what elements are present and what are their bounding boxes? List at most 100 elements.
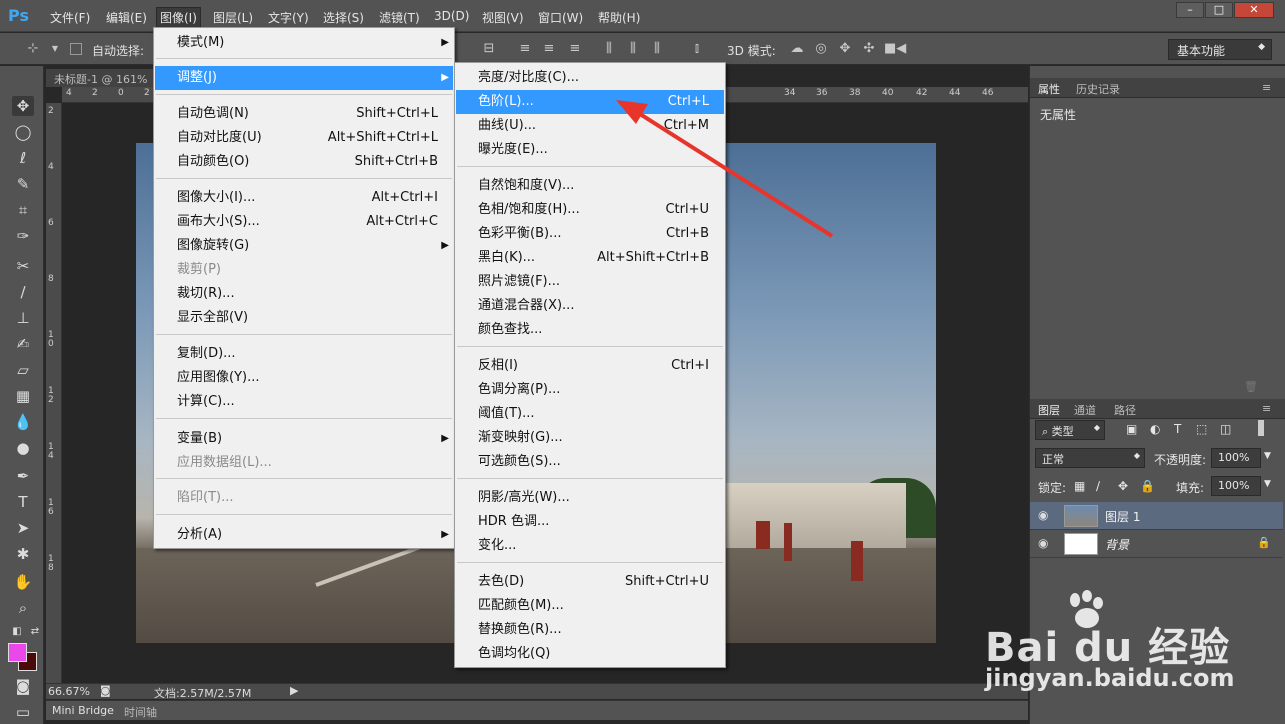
custom-shape-icon[interactable]: ✱ bbox=[12, 544, 34, 564]
3d-slide-icon[interactable]: ✣ bbox=[860, 41, 878, 57]
menu-item-image-size[interactable]: 图像大小(I)... Alt+Ctrl+I bbox=[155, 186, 453, 210]
minimize-icon[interactable]: – bbox=[1176, 2, 1204, 18]
menu-item-canvas-size[interactable]: 画布大小(S)... Alt+Ctrl+C bbox=[155, 210, 453, 234]
distribute-bottom-icon[interactable]: ≡ bbox=[566, 41, 584, 57]
layer-name[interactable]: 背景 bbox=[1105, 536, 1129, 553]
tab-mini-bridge[interactable]: Mini Bridge bbox=[52, 704, 114, 717]
distribute-middle-icon[interactable]: ≡ bbox=[540, 41, 558, 57]
align-bottom-icon[interactable]: ⊟ bbox=[480, 41, 498, 57]
menu-item-equalize[interactable]: 色调均化(Q) bbox=[456, 642, 724, 666]
gradient-icon[interactable]: ▦ bbox=[12, 386, 34, 406]
menu-type[interactable]: 文字(Y) bbox=[268, 9, 309, 26]
menu-item-color-lookup[interactable]: 颜色查找... bbox=[456, 318, 724, 342]
menu-view[interactable]: 视图(V) bbox=[482, 9, 524, 26]
eye-icon[interactable]: ◉ bbox=[1038, 536, 1048, 550]
crop-icon[interactable]: ⌗ bbox=[12, 200, 34, 220]
menu-item-trim[interactable]: 裁切(R)... bbox=[155, 282, 453, 306]
trash-icon[interactable]: 🗑 bbox=[1244, 380, 1258, 393]
lasso-icon[interactable]: ℓ bbox=[12, 148, 34, 168]
status-icon[interactable]: ◙ bbox=[100, 684, 111, 697]
tab-channels[interactable]: 通道 bbox=[1074, 402, 1096, 418]
3d-rotate-icon[interactable]: ☁ bbox=[788, 41, 806, 57]
auto-select-checkbox[interactable] bbox=[70, 43, 82, 55]
eraser-icon[interactable]: ▱ bbox=[12, 360, 34, 380]
ellipse-marquee-icon[interactable]: ◯ bbox=[12, 122, 34, 142]
filter-adjustment-icon[interactable]: ◐ bbox=[1150, 422, 1160, 436]
layer-name[interactable]: 图层 1 bbox=[1105, 508, 1140, 525]
menu-item-selective-color[interactable]: 可选颜色(S)... bbox=[456, 450, 724, 474]
menu-item-exposure[interactable]: 曝光度(E)... bbox=[456, 138, 724, 162]
menu-item-replace-color[interactable]: 替换颜色(R)... bbox=[456, 618, 724, 642]
filter-pixel-icon[interactable]: ▣ bbox=[1126, 422, 1137, 436]
eyedropper-icon[interactable]: ✑ bbox=[12, 226, 34, 246]
distribute-right-icon[interactable]: ⫼ bbox=[648, 41, 666, 57]
menu-item-auto-color[interactable]: 自动颜色(O) Shift+Ctrl+B bbox=[155, 150, 453, 174]
screen-mode-icon[interactable]: ▭ bbox=[12, 702, 34, 722]
distribute-top-icon[interactable]: ≡ bbox=[516, 41, 534, 57]
brush-icon[interactable]: ∕ bbox=[12, 282, 34, 302]
menu-item-channel-mixer[interactable]: 通道混合器(X)... bbox=[456, 294, 724, 318]
blur-icon[interactable]: 💧 bbox=[12, 412, 34, 432]
menu-item-threshold[interactable]: 阈值(T)... bbox=[456, 402, 724, 426]
menu-item-brightness-contrast[interactable]: 亮度/对比度(C)... bbox=[456, 66, 724, 90]
menu-3d[interactable]: 3D(D) bbox=[434, 9, 469, 23]
menu-item-variables[interactable]: 变量(B) ▶ bbox=[155, 427, 453, 451]
maximize-icon[interactable]: □ bbox=[1205, 2, 1233, 18]
3d-scale-icon[interactable]: ■◀ bbox=[884, 41, 906, 57]
menu-item-apply-image[interactable]: 应用图像(Y)... bbox=[155, 366, 453, 390]
quick-mask-icon[interactable]: ◙ bbox=[12, 676, 34, 696]
tab-layers[interactable]: 图层 bbox=[1038, 402, 1060, 418]
menu-item-gradient-map[interactable]: 渐变映射(G)... bbox=[456, 426, 724, 450]
menu-item-auto-tone[interactable]: 自动色调(N) Shift+Ctrl+L bbox=[155, 102, 453, 126]
menu-select[interactable]: 选择(S) bbox=[323, 9, 364, 26]
history-brush-icon[interactable]: ✍ bbox=[12, 334, 34, 354]
layer-row[interactable]: ◉ 图层 1 bbox=[1030, 502, 1283, 530]
menu-item-vibrance[interactable]: 自然饱和度(V)... bbox=[456, 174, 724, 198]
menu-item-adjustments[interactable]: 调整(J) ▶ bbox=[155, 66, 453, 90]
workspace-select[interactable]: 基本功能 ◆ bbox=[1168, 39, 1272, 60]
tab-properties[interactable]: 属性 bbox=[1038, 81, 1060, 97]
menu-help[interactable]: 帮助(H) bbox=[598, 9, 640, 26]
lock-all-icon[interactable]: 🔒 bbox=[1140, 479, 1155, 493]
move-tool-icon[interactable]: ⊹ bbox=[24, 41, 42, 57]
distribute-left-icon[interactable]: ⫼ bbox=[600, 41, 618, 57]
panel-menu-icon[interactable]: ≡ bbox=[1262, 81, 1271, 94]
play-right-icon[interactable]: ▶ bbox=[290, 684, 298, 697]
menu-item-hdr-toning[interactable]: HDR 色调... bbox=[456, 510, 724, 534]
menu-item-reveal-all[interactable]: 显示全部(V) bbox=[155, 306, 453, 330]
menu-window[interactable]: 窗口(W) bbox=[538, 9, 583, 26]
menu-item-desaturate[interactable]: 去色(D) Shift+Ctrl+U bbox=[456, 570, 724, 594]
menu-item-shadows-highlights[interactable]: 阴影/高光(W)... bbox=[456, 486, 724, 510]
tab-paths[interactable]: 路径 bbox=[1114, 402, 1136, 418]
eye-icon[interactable]: ◉ bbox=[1038, 508, 1048, 522]
menu-filter[interactable]: 滤镜(T) bbox=[379, 9, 420, 26]
menu-item-photo-filter[interactable]: 照片滤镜(F)... bbox=[456, 270, 724, 294]
move-tool-icon[interactable]: ✥ bbox=[12, 96, 34, 116]
menu-item-posterize[interactable]: 色调分离(P)... bbox=[456, 378, 724, 402]
menu-item-auto-contrast[interactable]: 自动对比度(U) Alt+Shift+Ctrl+L bbox=[155, 126, 453, 150]
document-tab[interactable]: 未标题-1 @ 161% bbox=[46, 69, 156, 87]
tab-history[interactable]: 历史记录 bbox=[1076, 81, 1120, 97]
menu-item-calculations[interactable]: 计算(C)... bbox=[155, 390, 453, 414]
3d-pan-icon[interactable]: ✥ bbox=[836, 41, 854, 57]
tab-timeline[interactable]: 时间轴 bbox=[124, 704, 157, 720]
healing-brush-icon[interactable]: ✂ bbox=[12, 256, 34, 276]
opacity-input[interactable]: 100% bbox=[1211, 448, 1261, 468]
zoom-icon[interactable]: ⌕ bbox=[12, 598, 34, 618]
fill-input[interactable]: 100% bbox=[1211, 476, 1261, 496]
type-icon[interactable]: T bbox=[12, 492, 34, 512]
path-select-icon[interactable]: ➤ bbox=[12, 518, 34, 538]
hand-icon[interactable]: ✋ bbox=[12, 572, 34, 592]
menu-item-hue-saturation[interactable]: 色相/饱和度(H)... Ctrl+U bbox=[456, 198, 724, 222]
lock-position-icon[interactable]: ✥ bbox=[1118, 479, 1128, 493]
chevron-down-icon[interactable]: ▼ bbox=[1264, 479, 1271, 489]
clone-stamp-icon[interactable]: ⊥ bbox=[12, 308, 34, 328]
menu-item-duplicate[interactable]: 复制(D)... bbox=[155, 342, 453, 366]
zoom-level[interactable]: 66.67% bbox=[48, 685, 90, 698]
menu-image[interactable]: 图像(I) bbox=[156, 7, 201, 28]
menu-item-color-balance[interactable]: 色彩平衡(B)... Ctrl+B bbox=[456, 222, 724, 246]
menu-item-black-white[interactable]: 黑白(K)... Alt+Shift+Ctrl+B bbox=[456, 246, 724, 270]
menu-item-image-rotation[interactable]: 图像旋转(G) ▶ bbox=[155, 234, 453, 258]
menu-item-match-color[interactable]: 匹配颜色(M)... bbox=[456, 594, 724, 618]
lock-transparent-icon[interactable]: ▦ bbox=[1074, 479, 1085, 493]
